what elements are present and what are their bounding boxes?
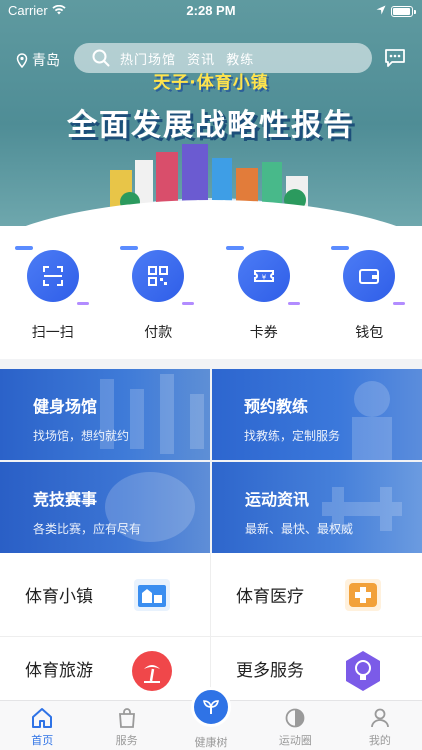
decoration-bar: [393, 302, 406, 305]
search-icon: [92, 49, 110, 67]
carousel-dot-active: [208, 200, 214, 206]
user-icon: [370, 708, 389, 728]
card-title: 预约教练: [244, 397, 309, 416]
shopping-bag-icon: [118, 708, 135, 728]
status-bar: Carrier 2:28 PM: [0, 0, 422, 24]
city-selector[interactable]: 青岛: [16, 50, 60, 70]
card-title: 运动资讯: [245, 490, 310, 509]
scan-button[interactable]: [26, 250, 79, 302]
service-cards: 健身场馆 找场馆，想约就约 预约教练 找教练，定制服务 竞技赛事 各类比赛，应有…: [0, 369, 422, 553]
decoration-bar: [76, 302, 89, 305]
tab-label: 运动圈: [278, 734, 312, 747]
tab-health-tree[interactable]: 健康树: [169, 687, 253, 750]
quick-action-wallet[interactable]: 钱包: [317, 226, 422, 359]
city-label: 青岛: [32, 53, 60, 69]
search-placeholder: 热门场馆 资讯 教练: [120, 52, 255, 68]
quick-action-label: 扫一扫: [31, 325, 74, 341]
quick-action-label: 付款: [144, 325, 173, 341]
sprout-icon: [203, 700, 219, 714]
status-time: 2:28 PM: [186, 3, 236, 18]
decoration-bar: [182, 302, 195, 305]
tab-sports-circle[interactable]: 运动圈: [253, 701, 337, 750]
tab-bar: 首页 服务 健康树 运动圈 我的: [0, 687, 422, 750]
battery-icon: [391, 6, 416, 17]
tab-profile[interactable]: 我的: [338, 701, 422, 750]
qrcode-icon: [148, 266, 169, 286]
card-sports-news[interactable]: 运动资讯 最新、最快、最权威: [212, 462, 422, 553]
palm-tree-icon: [132, 651, 172, 691]
decoration-bar: [225, 246, 244, 250]
scan-icon: [42, 266, 63, 286]
town-icon: [134, 579, 170, 611]
feature-title: 更多服务: [236, 661, 304, 681]
coupons-button[interactable]: ¥: [237, 250, 290, 302]
card-fitness-venue[interactable]: 健身场馆 找场馆，想约就约: [0, 369, 210, 460]
decoration-bar: [331, 246, 350, 250]
card-title: 健身场馆: [33, 397, 98, 416]
tab-label: 服务: [115, 734, 138, 747]
feature-sports-travel[interactable]: 体育旅游: [0, 637, 211, 700]
wallet-button[interactable]: [343, 250, 396, 302]
card-competitions[interactable]: 竞技赛事 各类比赛，应有尽有: [0, 462, 210, 553]
tab-label: 健康树: [194, 736, 228, 749]
quick-action-label: 钱包: [355, 325, 384, 341]
feature-title: 体育小镇: [25, 587, 93, 607]
carousel-dot: [195, 200, 201, 206]
ticket-icon: ¥: [253, 270, 274, 282]
card-subtitle: 找教练，定制服务: [244, 429, 341, 443]
carousel-indicator: [0, 200, 422, 206]
message-icon[interactable]: [384, 48, 406, 68]
wallet-icon: [359, 269, 380, 284]
card-book-coach[interactable]: 预约教练 找教练，定制服务: [212, 369, 422, 460]
quick-action-pay[interactable]: 付款: [106, 226, 212, 359]
location-pin-icon: [16, 52, 28, 68]
feature-title: 体育旅游: [25, 661, 93, 681]
location-arrow-icon: [376, 5, 386, 15]
tab-label: 我的: [368, 734, 391, 747]
card-subtitle: 最新、最快、最权威: [245, 522, 354, 536]
half-circle-icon: [286, 708, 305, 728]
quick-action-coupons[interactable]: ¥ 卡券: [211, 226, 317, 359]
decoration-bar: [120, 246, 139, 250]
quick-action-label: 卡券: [249, 325, 278, 341]
decoration-bar: [287, 302, 300, 305]
tab-label: 首页: [31, 734, 54, 747]
quick-actions: 扫一扫 付款 ¥ 卡券 钱包: [0, 226, 422, 359]
home-icon: [32, 708, 53, 728]
tab-services[interactable]: 服务: [84, 701, 168, 750]
carousel-dot: [221, 200, 227, 206]
quick-action-scan[interactable]: 扫一扫: [0, 226, 106, 359]
banner-title: 全面发展战略性报告: [67, 108, 355, 143]
feature-sports-medical[interactable]: 体育医疗: [211, 553, 422, 637]
feature-grid: 体育小镇 体育医疗 体育旅游 更多服务: [0, 553, 422, 700]
feature-more-services[interactable]: 更多服务: [211, 637, 422, 700]
svg-text:¥: ¥: [262, 274, 267, 282]
medical-cross-icon: [345, 579, 381, 611]
banner-subtitle: 天子·体育小镇: [153, 73, 269, 93]
card-subtitle: 找场馆，想约就约: [33, 429, 130, 443]
pay-button[interactable]: [132, 250, 185, 302]
feature-sports-town[interactable]: 体育小镇: [0, 553, 211, 637]
lightbulb-icon: [346, 651, 380, 691]
tab-home[interactable]: 首页: [0, 701, 84, 750]
card-title: 竞技赛事: [33, 490, 98, 509]
health-tree-button[interactable]: [191, 687, 232, 727]
decoration-bar: [14, 246, 33, 250]
card-subtitle: 各类比赛，应有尽有: [33, 522, 142, 536]
feature-title: 体育医疗: [236, 587, 304, 607]
hero-banner[interactable]: Carrier 2:28 PM 青岛 热门场馆 资讯 教练 天子·体育小镇 全面…: [0, 0, 422, 226]
